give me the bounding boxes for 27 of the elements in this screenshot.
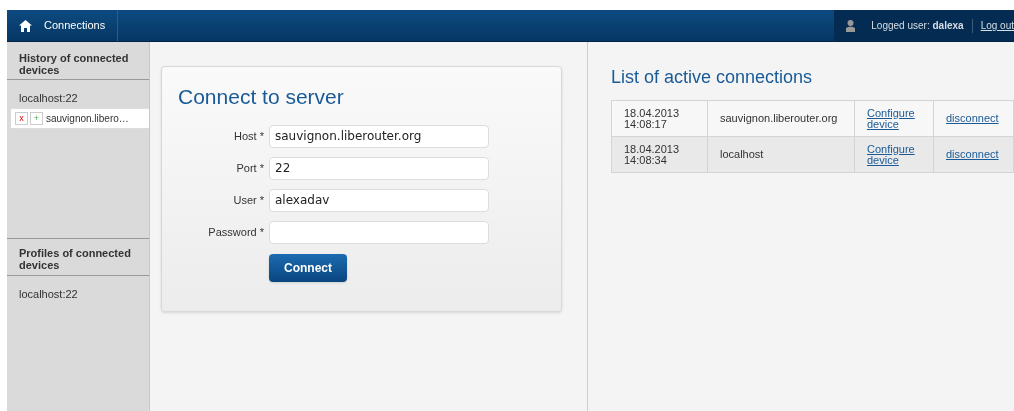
remove-button[interactable]: x: [15, 112, 28, 125]
logout-link[interactable]: Log out: [980, 18, 1014, 33]
logged-user-text: Logged user: dalexa: [871, 19, 964, 33]
profiles-heading: Profiles of connected devices: [7, 238, 149, 276]
host-cell: sauvignon.liberouter.org: [707, 100, 855, 137]
input-field[interactable]: 22: [269, 156, 489, 180]
home-icon: [19, 19, 32, 32]
field-label: Password *: [207, 224, 265, 240]
profile-item[interactable]: localhost:22: [7, 276, 149, 303]
history-host: sauvignon.libero…: [46, 112, 129, 126]
host-cell: localhost: [707, 136, 855, 173]
time-cell: 18.04.2013 14:08:17: [611, 100, 708, 137]
field-label: Host *: [233, 128, 265, 144]
field-label: Port *: [235, 160, 265, 176]
panel-title: Connect to server: [178, 84, 345, 110]
history-item[interactable]: localhost:22: [7, 88, 149, 108]
input-field[interactable]: sauvignon.liberouter.org: [269, 124, 489, 148]
connections-title: List of active connections: [611, 66, 814, 89]
history-item[interactable]: x + sauvignon.libero…: [11, 108, 149, 129]
input-field[interactable]: [269, 220, 489, 244]
connect-button[interactable]: Connect: [269, 253, 347, 282]
user-icon: [846, 19, 856, 32]
history-heading: History of connected devices: [7, 42, 149, 80]
time-cell: 18.04.2013 14:08:34: [611, 136, 708, 173]
field-label: User *: [232, 192, 265, 208]
input-field[interactable]: alexadav: [269, 188, 489, 212]
home-link[interactable]: Connections: [7, 10, 119, 41]
